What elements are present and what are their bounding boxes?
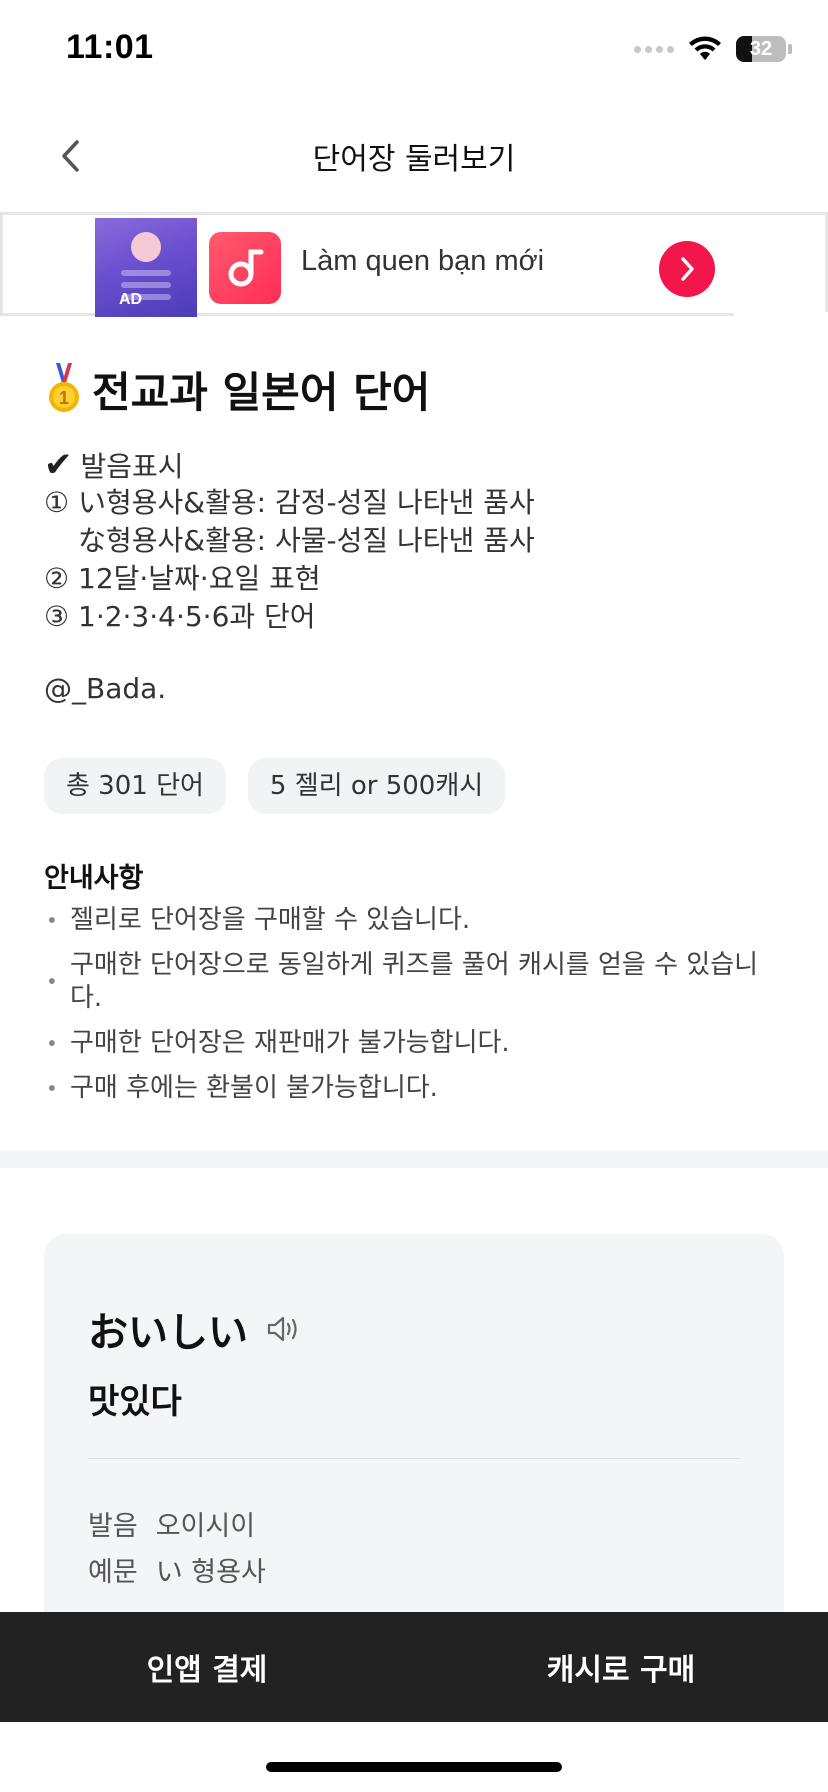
purchase-bar: 인앱 결제 캐시로 구매	[0, 1612, 828, 1722]
ad-thumbnail[interactable]: AD	[95, 218, 197, 317]
nav-bar: 단어장 둘러보기	[0, 100, 828, 212]
card-info: 발음 오이시이 예문 い 형용사	[88, 1504, 266, 1596]
svg-text:1: 1	[59, 388, 69, 408]
battery-tip	[788, 44, 792, 54]
card-divider	[88, 1458, 740, 1459]
deck-author: @_Bada.	[44, 672, 167, 705]
example-value: い 형용사	[155, 1557, 266, 1588]
ad-banner[interactable]: AD Làm quen bạn mới	[0, 212, 828, 317]
notice-item: 구매한 단어장은 재판매가 불가능합니다.	[44, 1027, 784, 1060]
section-divider	[0, 1150, 828, 1168]
description-line: ② 12달·날짜·요일 표현	[44, 562, 321, 595]
check-icon: ✔	[44, 445, 73, 485]
status-indicators: 32	[634, 34, 792, 64]
example-row: 예문 い 형용사	[88, 1550, 266, 1596]
pronunciation-row: 발음 오이시이	[88, 1504, 266, 1550]
pronunciation-value: 오이시이	[155, 1511, 256, 1542]
price-chip: 5 젤리 or 500캐시	[247, 758, 506, 814]
description-line: ✔ 발음표시	[44, 445, 184, 485]
notice-list: 젤리로 단어장을 구매할 수 있습니다. 구매한 단어장으로 동일하게 퀴즈를 …	[44, 904, 784, 1105]
in-app-purchase-button[interactable]: 인앱 결제	[0, 1612, 414, 1722]
home-indicator[interactable]	[266, 1762, 562, 1772]
description-line: ③ 1·2·3·4·5·6과 단어	[44, 600, 316, 633]
example-label: 예문	[88, 1557, 138, 1588]
notice-item: 구매 후에는 환불이 불가능합니다.	[44, 1072, 784, 1105]
deck-info: 1 전교과 일본어 단어 ✔ 발음표시 ① い형용사&활용: 감정-성질 나타낸 …	[44, 360, 784, 710]
notice-item: 젤리로 단어장을 구매할 수 있습니다.	[44, 904, 784, 937]
notice-title: 안내사항	[44, 863, 144, 894]
deck-title-row: 1 전교과 일본어 단어	[44, 360, 784, 418]
deck-chips: 총 301 단어 5 젤리 or 500캐시	[44, 758, 506, 814]
ad-app-icon[interactable]	[209, 232, 281, 304]
cash-purchase-button[interactable]: 캐시로 구매	[414, 1612, 828, 1722]
status-bar: 11:01 32	[0, 0, 828, 100]
card-word-row: おいしい	[88, 1300, 304, 1358]
deck-title: 전교과 일본어 단어	[92, 367, 431, 417]
pronunciation-label: 발음	[88, 1511, 138, 1542]
cellular-signal-icon	[634, 45, 674, 53]
chevron-right-icon	[681, 257, 694, 281]
battery-icon: 32	[736, 36, 786, 62]
ad-text[interactable]: Làm quen bạn mới	[301, 245, 544, 278]
battery-level: 32	[749, 38, 773, 60]
notice-section: 안내사항 젤리로 단어장을 구매할 수 있습니다. 구매한 단어장으로 동일하게…	[44, 856, 784, 1117]
deck-description: ✔ 발음표시 ① い형용사&활용: 감정-성질 나타낸 품사 な형용사&활용: 사…	[44, 446, 784, 636]
description-line: ① い형용사&활용: 감정-성질 나타낸 품사	[44, 486, 535, 519]
card-word: おいしい	[88, 1310, 248, 1356]
word-count-chip: 총 301 단어	[44, 758, 226, 814]
ad-cta-button[interactable]	[659, 241, 715, 297]
word-preview-card: おいしい 맛있다 발음 오이시이 예문 い 형용사	[44, 1234, 784, 1654]
music-note-icon	[228, 249, 264, 287]
medal-icon: 1	[49, 363, 79, 412]
ad-thumb-label: AD	[119, 291, 143, 308]
wifi-icon	[689, 36, 721, 60]
description-line: な형용사&활용: 사물-성질 나타낸 품사	[78, 524, 535, 557]
notice-item: 구매한 단어장으로 동일하게 퀴즈를 풀어 캐시를 얻을 수 있습니다.	[44, 949, 784, 1015]
card-meaning: 맛있다	[88, 1382, 182, 1422]
speaker-icon[interactable]	[266, 1314, 304, 1344]
status-time: 11:01	[66, 28, 154, 66]
page-title: 단어장 둘러보기	[312, 142, 516, 177]
